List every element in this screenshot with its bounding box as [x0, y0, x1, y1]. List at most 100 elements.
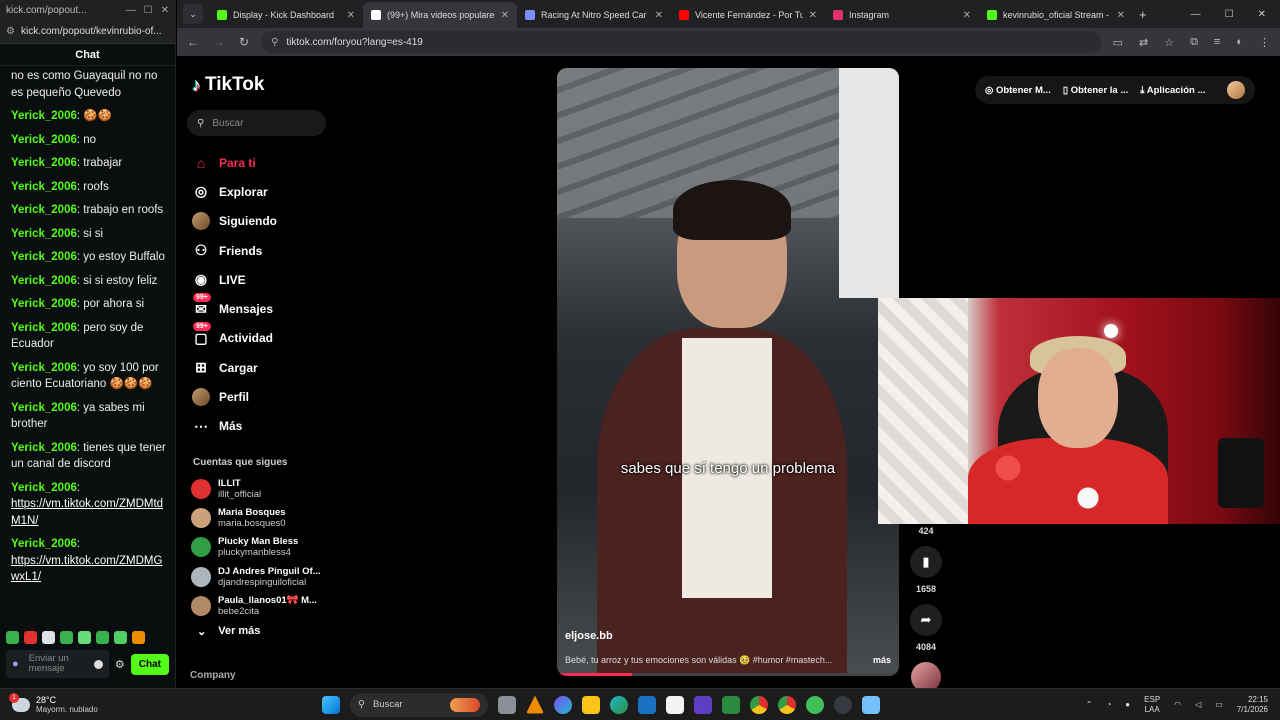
extensions-icon[interactable]: ⧉: [1190, 36, 1198, 49]
get-coins-button[interactable]: ◎ Obtener M...: [985, 85, 1051, 96]
chat-settings-gear-icon[interactable]: ⚙: [115, 658, 125, 671]
teams-icon[interactable]: [694, 695, 712, 714]
close-icon[interactable]: ✕: [161, 5, 169, 16]
emote-icon[interactable]: [132, 630, 145, 644]
url-field[interactable]: ⚲ tiktok.com/foryou?lang=es-419: [261, 31, 1101, 53]
whatsapp-icon[interactable]: [806, 695, 824, 714]
tab-search-icon[interactable]: ⌄: [183, 4, 203, 24]
copilot-icon[interactable]: [554, 695, 572, 714]
sidebar-item-mensajes[interactable]: ✉ 99+ Mensajes: [191, 293, 277, 323]
sound-avatar[interactable]: [911, 662, 941, 688]
chat-input[interactable]: ● Enviar un mensaje: [6, 650, 109, 678]
sidebar-item-friends[interactable]: ⚇ Friends: [191, 236, 277, 265]
weather-widget[interactable]: 1 28°C Mayorm. nublado: [0, 692, 320, 715]
cast-icon[interactable]: ▭: [1113, 36, 1123, 49]
chat-username[interactable]: Yerick_2006: [11, 442, 77, 454]
chat-message-link[interactable]: https://vm.tiktok.com/ZMDMGwxL1/: [11, 555, 162, 584]
back-icon[interactable]: ←: [187, 35, 199, 49]
following-account[interactable]: DJ Andres Pinguil Of... djandrespinguilof…: [191, 562, 321, 591]
share-icon[interactable]: ➦: [910, 604, 942, 636]
following-account[interactable]: Plucky Man Bless pluckymanbless4: [191, 533, 321, 562]
chat-username[interactable]: Yerick_2006: [11, 204, 77, 216]
chevron-up-icon[interactable]: ⌃: [1086, 700, 1093, 709]
see-more-button[interactable]: ⌄ Ver más: [197, 625, 260, 638]
emote-icon[interactable]: [60, 630, 73, 644]
battery-icon[interactable]: ▭: [1215, 700, 1223, 709]
emote-icon[interactable]: [6, 630, 19, 644]
vlc-icon[interactable]: [526, 695, 544, 714]
forward-icon[interactable]: →: [213, 35, 225, 49]
tab-close-icon[interactable]: ✕: [347, 10, 355, 21]
browser-tab[interactable]: Display - Kick Dashboard ✕: [209, 2, 363, 28]
language-indicator[interactable]: ESP LAA: [1144, 695, 1160, 715]
desktop-app-button[interactable]: ⤓ Aplicación ...: [1140, 85, 1205, 96]
chat-username[interactable]: Yerick_2006: [11, 402, 77, 414]
following-account[interactable]: Paula_llanos01🎀 M... bebe2cita: [191, 591, 321, 620]
obs-icon[interactable]: [834, 695, 852, 714]
user-avatar[interactable]: [1227, 81, 1245, 99]
chat-username[interactable]: Yerick_2006: [11, 482, 77, 494]
sidebar-item-cargar[interactable]: ⊞ Cargar: [191, 353, 277, 382]
browser-tab[interactable]: Vicente Fernández - Por Tu M ✕: [671, 2, 825, 28]
chat-send-button[interactable]: Chat: [130, 653, 169, 675]
microphone-icon[interactable]: ●: [1125, 700, 1130, 709]
translate-icon[interactable]: ⇄: [1139, 36, 1148, 49]
tab-close-icon[interactable]: ✕: [501, 10, 509, 21]
chat-username[interactable]: Yerick_2006: [11, 134, 77, 146]
close-icon[interactable]: ✕: [1258, 9, 1266, 20]
chrome-icon[interactable]: [750, 695, 768, 714]
chat-message-link[interactable]: https://vm.tiktok.com/ZMDMtdM1N/: [11, 498, 163, 527]
maximize-icon[interactable]: ☐: [144, 5, 153, 16]
bookmark-icon[interactable]: ▮: [910, 546, 942, 578]
reload-icon[interactable]: ↻: [239, 35, 249, 49]
clock[interactable]: 22:15 7/1/2026: [1237, 695, 1268, 715]
tray-app-icon[interactable]: ◔: [1106, 700, 1111, 709]
chat-username[interactable]: Yerick_2006: [11, 362, 77, 374]
emoji-icon[interactable]: [93, 659, 103, 669]
profile-icon[interactable]: ◐: [1236, 36, 1243, 49]
tab-close-icon[interactable]: ✕: [655, 10, 663, 21]
chat-username[interactable]: Yerick_2006: [11, 275, 77, 287]
file-explorer-icon[interactable]: [582, 695, 600, 714]
chat-username[interactable]: Yerick_2006: [11, 157, 77, 169]
sidebar-item-para-ti[interactable]: ⌂ Para ti: [191, 148, 277, 177]
tiktok-logo[interactable]: ♪ TikTok: [192, 74, 264, 96]
get-app-button[interactable]: ▯ Obtener la ...: [1063, 85, 1128, 96]
chat-username[interactable]: Yerick_2006: [11, 228, 77, 240]
capcut-icon[interactable]: [666, 695, 684, 714]
site-info-icon[interactable]: ⚲: [271, 37, 278, 48]
maximize-icon[interactable]: ☐: [1225, 9, 1234, 20]
sidebar-item-explorar[interactable]: ◎ Explorar: [191, 177, 277, 206]
sidebar-item-perfil[interactable]: Perfil: [191, 382, 277, 411]
browser-tab[interactable]: kevinrubio_oficial Stream - Wa ✕: [979, 2, 1133, 28]
video-more-link[interactable]: más: [873, 655, 891, 666]
browser-tab[interactable]: (99+) Mira videos populares se ✕: [363, 2, 517, 28]
emote-icon[interactable]: [24, 630, 37, 644]
chrome-profile-icon[interactable]: [778, 695, 796, 714]
chat-username[interactable]: Yerick_2006: [11, 322, 77, 334]
microphone-icon[interactable]: ●: [12, 659, 19, 670]
media-icon[interactable]: ≡: [1214, 36, 1220, 49]
browser-tab[interactable]: Instagram ✕: [825, 2, 979, 28]
emote-icon[interactable]: [78, 630, 91, 644]
chat-username[interactable]: Yerick_2006: [11, 251, 77, 263]
sidebar-item-live[interactable]: ◉ LIVE: [191, 265, 277, 294]
sidebar-item-actividad[interactable]: ▢ 99+ Actividad: [191, 322, 277, 353]
excel-icon[interactable]: [722, 695, 740, 714]
video-username[interactable]: eljose.bb: [565, 630, 613, 642]
chat-window-urlbar[interactable]: ⚙ kick.com/popout/kevinrubio-of...: [0, 20, 175, 44]
minimize-icon[interactable]: —: [126, 5, 136, 16]
chat-username[interactable]: Yerick_2006: [11, 538, 77, 550]
site-settings-icon[interactable]: ⚙: [6, 26, 15, 37]
menu-icon[interactable]: ⋮: [1259, 36, 1270, 49]
emote-icon[interactable]: [42, 630, 55, 644]
following-account[interactable]: Maria Bosques maria.bosques0: [191, 503, 321, 532]
search-input[interactable]: ⚲ Buscar: [187, 110, 326, 136]
chat-username[interactable]: Yerick_2006: [11, 181, 77, 193]
tab-close-icon[interactable]: ✕: [809, 10, 817, 21]
notepad-icon[interactable]: [862, 695, 880, 714]
tab-close-icon[interactable]: ✕: [1117, 10, 1125, 21]
new-tab-button[interactable]: +: [1139, 7, 1147, 22]
sidebar-item-siguiendo[interactable]: Siguiendo: [191, 207, 277, 236]
following-account[interactable]: ILLIT illit_official: [191, 474, 321, 503]
